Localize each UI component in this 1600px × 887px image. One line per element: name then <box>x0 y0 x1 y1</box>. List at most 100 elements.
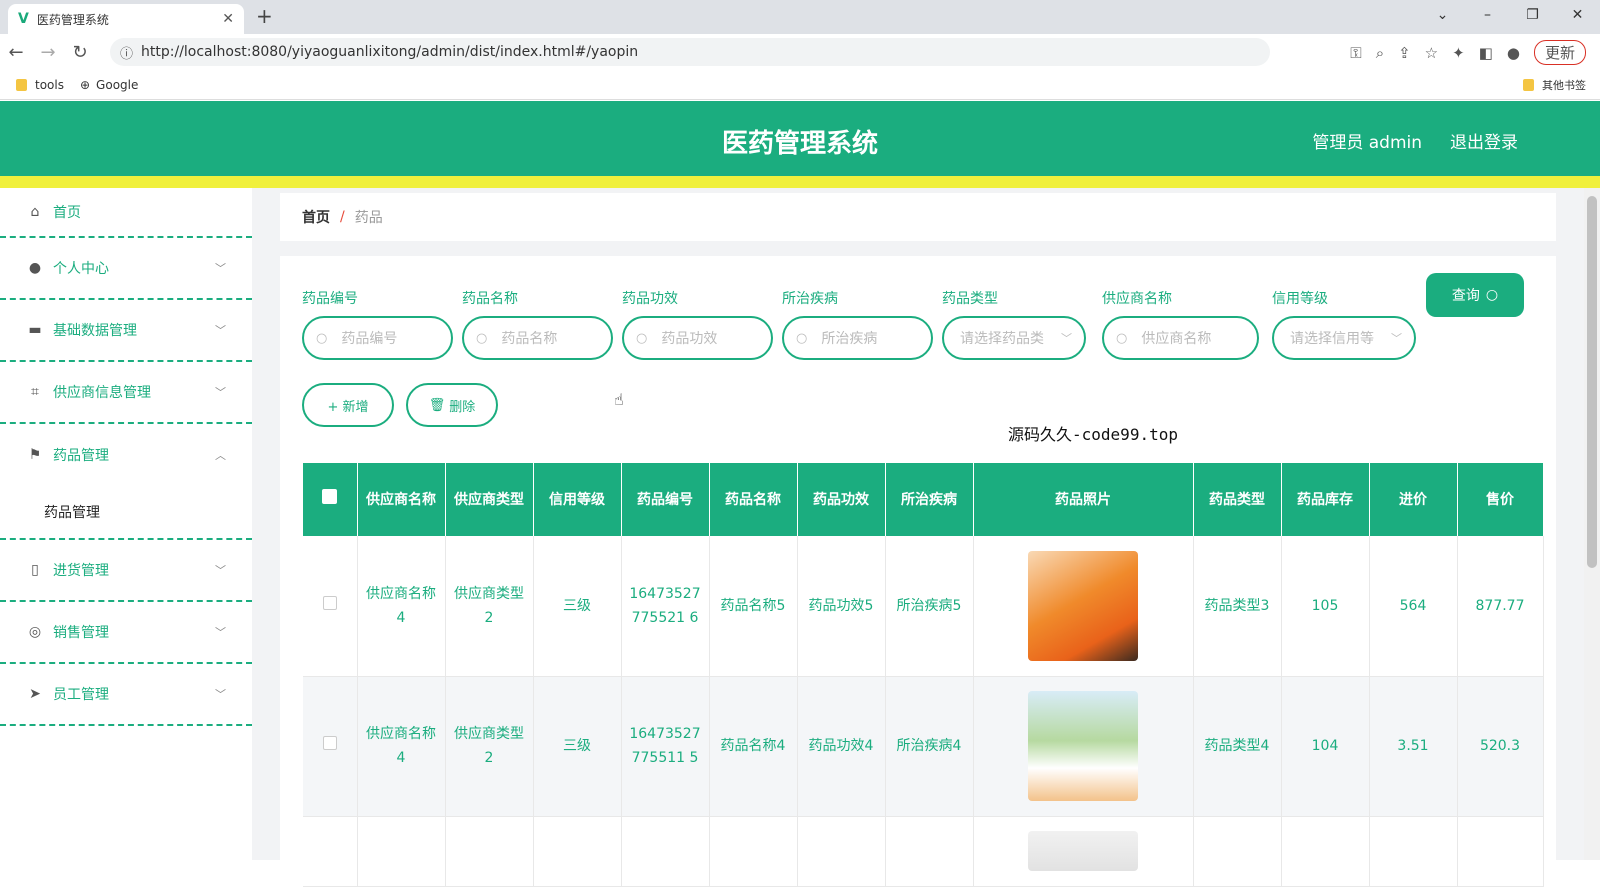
placeholder-text: 请选择信用等 <box>1290 331 1374 347</box>
sidebar-item-staff[interactable]: ➤ 员工管理 ﹀ <box>0 664 252 726</box>
chevron-down-icon: ﹀ <box>215 386 226 399</box>
cell-type: 药品类型3 <box>1193 536 1282 677</box>
cell-credit: 三级 <box>533 676 622 817</box>
star-icon[interactable]: ☆ <box>1425 44 1438 62</box>
trash-icon: 🗑 <box>428 397 446 413</box>
breadcrumb: 首页 / 药品 <box>280 193 1556 241</box>
placeholder-text: 药品名称 <box>501 331 558 347</box>
breadcrumb-home[interactable]: 首页 <box>302 207 330 227</box>
row-checkbox[interactable] <box>303 536 358 677</box>
zoom-icon[interactable]: ⌕ <box>1376 44 1384 62</box>
cell-supplier-type: 供应商类型2 <box>445 676 534 817</box>
cell-credit: 三级 <box>533 536 622 677</box>
other-bookmarks[interactable]: 其他书签 <box>1523 77 1586 93</box>
drug-effect-input[interactable]: ○ 药品功效 <box>622 316 773 360</box>
placeholder-text: 药品功效 <box>661 331 718 347</box>
new-tab-icon[interactable]: + <box>256 4 273 28</box>
sidebar-item-supplier[interactable]: ⌗ 供应商信息管理 ﹀ <box>0 362 252 424</box>
page-scrollbar[interactable] <box>1584 188 1600 860</box>
sidebar-item-profile[interactable]: ● 个人中心 ﹀ <box>0 238 252 300</box>
search-icon: ○ <box>476 330 488 346</box>
cell-supplier: 供应商名称4 <box>357 536 446 677</box>
drug-photo[interactable] <box>1028 830 1138 871</box>
drug-code-input[interactable]: ○ 药品编号 <box>302 316 453 360</box>
cell-price: 520.3 <box>1457 676 1544 817</box>
scrollbar-thumb[interactable] <box>1587 196 1597 568</box>
table-cell <box>797 816 886 887</box>
site-info-icon[interactable]: ⓘ <box>120 43 133 62</box>
flag-icon: ⚑ <box>28 447 42 463</box>
forward-icon[interactable]: → <box>32 42 64 63</box>
row-checkbox[interactable] <box>303 676 358 817</box>
cell-code: 16473527775511 5 <box>621 676 710 817</box>
tab-title: 医药管理系统 <box>36 12 109 27</box>
back-icon[interactable]: ← <box>0 42 32 63</box>
browser-tab[interactable]: V 医药管理系统 ✕ <box>8 4 244 34</box>
sidebar-item-purchase[interactable]: ▯ 进货管理 ﹀ <box>0 540 252 602</box>
drug-name-input[interactable]: ○ 药品名称 <box>462 316 613 360</box>
table-cell <box>1369 816 1458 887</box>
cell-disease: 所治疾病5 <box>885 536 974 677</box>
row-checkbox[interactable] <box>303 816 358 887</box>
close-window-icon[interactable]: ✕ <box>1555 0 1600 34</box>
search-icon: ○ <box>1116 330 1128 346</box>
column-header: 药品编号 <box>621 463 710 536</box>
reload-icon[interactable]: ↻ <box>64 42 96 63</box>
cell-supplier: 供应商名称4 <box>357 676 446 817</box>
search-icon: ○ <box>636 330 648 346</box>
bookmark-google[interactable]: ⊕ Google <box>80 78 138 92</box>
chevron-down-icon: ﹀ <box>215 262 226 275</box>
key-icon[interactable]: ⚿ <box>1350 44 1361 62</box>
submenu-item-drug[interactable]: 药品管理 <box>0 486 252 540</box>
profile-icon[interactable]: ● <box>1507 44 1520 62</box>
sidepanel-icon[interactable]: ◧ <box>1479 44 1493 62</box>
update-button[interactable]: 更新 <box>1533 40 1586 65</box>
chevron-down-icon: ﹀ <box>1391 332 1402 345</box>
sidebar-item-home[interactable]: ⌂ 首页 <box>0 188 252 238</box>
sidebar-item-label: 销售管理 <box>53 625 109 641</box>
cell-name: 药品名称4 <box>709 676 798 817</box>
filter-label-credit: 信用等级 <box>1272 291 1328 307</box>
bookmark-label: Google <box>96 77 139 92</box>
table-row <box>303 816 1544 887</box>
sidebar-item-drug[interactable]: ⚑ 药品管理 ︿ <box>0 424 252 486</box>
tab-search-icon[interactable]: ⌄ <box>1420 0 1465 34</box>
delete-label: 删除 <box>449 399 476 415</box>
drug-type-select[interactable]: 请选择药品类 ﹀ <box>942 316 1086 360</box>
logout-link[interactable]: 退出登录 <box>1450 128 1518 153</box>
sidebar-item-sales[interactable]: ◎ 销售管理 ﹀ <box>0 602 252 664</box>
sidebar-item-basedata[interactable]: ▬ 基础数据管理 ﹀ <box>0 300 252 362</box>
cell-cost: 564 <box>1369 536 1458 677</box>
column-header: 信用等级 <box>533 463 622 536</box>
cell-cost: 3.51 <box>1369 676 1458 817</box>
select-all-checkbox[interactable] <box>303 463 358 536</box>
monitor-icon: ▬ <box>28 322 42 338</box>
cell-photo <box>973 816 1194 887</box>
supplier-name-input[interactable]: ○ 供应商名称 <box>1102 316 1259 360</box>
extensions-icon[interactable]: ✦ <box>1452 44 1465 62</box>
drug-photo[interactable] <box>1028 691 1138 801</box>
minimize-icon[interactable]: – <box>1465 0 1510 34</box>
placeholder-text: 药品编号 <box>341 331 398 347</box>
sidebar-item-label: 供应商信息管理 <box>53 385 151 401</box>
checkbox-box <box>322 488 338 504</box>
current-user: 管理员 admin <box>1312 133 1422 153</box>
disease-input[interactable]: ○ 所治疾病 <box>782 316 933 360</box>
breadcrumb-current: 药品 <box>354 210 383 226</box>
url-input[interactable]: ⓘ http://localhost:8080/yiyaoguanlixiton… <box>110 38 1270 66</box>
query-button[interactable]: 查询 ○ <box>1426 273 1524 317</box>
credit-level-select[interactable]: 请选择信用等 ﹀ <box>1272 316 1416 360</box>
bookmark-tools[interactable]: tools <box>16 78 64 92</box>
column-header: 所治疾病 <box>885 463 974 536</box>
close-tab-icon[interactable]: ✕ <box>222 11 234 27</box>
chevron-down-icon: ﹀ <box>215 626 226 639</box>
column-header: 售价 <box>1457 463 1544 536</box>
sidebar-item-label: 个人中心 <box>53 261 109 277</box>
search-icon: ○ <box>796 330 808 346</box>
bookmarks-bar: tools ⊕ Google 其他书签 <box>0 70 1600 100</box>
share-icon[interactable]: ⇪ <box>1398 44 1411 62</box>
sidebar-item-label: 员工管理 <box>53 687 109 703</box>
table-cell <box>533 816 622 887</box>
drug-photo[interactable] <box>1028 550 1138 661</box>
maximize-icon[interactable]: ❐ <box>1510 0 1555 34</box>
